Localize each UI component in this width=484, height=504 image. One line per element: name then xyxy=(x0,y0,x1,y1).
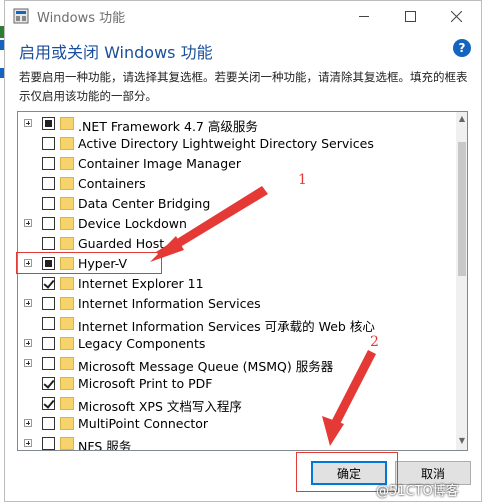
feature-checkbox[interactable] xyxy=(42,197,55,210)
feature-label: Data Center Bridging xyxy=(78,196,211,211)
feature-label: Guarded Host xyxy=(78,236,165,251)
scrollbar-thumb[interactable] xyxy=(458,142,466,276)
annotation-number-2: 2 xyxy=(370,334,379,350)
feature-checkbox[interactable] xyxy=(42,297,55,310)
window-title: Windows 功能 xyxy=(37,11,126,26)
folder-icon xyxy=(60,137,74,150)
folder-icon xyxy=(60,417,74,430)
vertical-scrollbar[interactable]: ▲ ▼ xyxy=(456,112,467,450)
folder-icon xyxy=(60,437,74,450)
folder-icon xyxy=(60,397,74,410)
feature-checkbox[interactable] xyxy=(42,417,55,430)
features-tree[interactable]: ▲ ▼ .NET Framework 4.7 高级服务 Active Direct… xyxy=(17,111,468,451)
feature-checkbox[interactable] xyxy=(42,437,55,450)
dialog-description: 若要启用一种功能，请选择其复选框。若要关闭一种功能，请清除其复选框。填充的框表示… xyxy=(19,70,468,103)
expand-plus-icon[interactable] xyxy=(24,439,32,447)
folder-icon xyxy=(60,297,74,310)
close-icon xyxy=(450,10,462,22)
folder-icon xyxy=(60,237,74,250)
expand-plus-icon[interactable] xyxy=(24,359,32,367)
feature-row[interactable]: Containers xyxy=(18,174,452,194)
feature-row[interactable]: Microsoft Message Queue (MSMQ) 服务器 xyxy=(18,354,452,374)
feature-row[interactable]: Internet Information Services xyxy=(18,294,452,314)
maximize-icon xyxy=(404,10,416,22)
windows-features-app-icon xyxy=(13,8,29,24)
feature-label: Microsoft Message Queue (MSMQ) 服务器 xyxy=(78,359,334,374)
feature-label: Internet Information Services xyxy=(78,296,261,311)
close-button[interactable] xyxy=(433,1,479,31)
feature-row[interactable]: Active Directory Lightweight Directory S… xyxy=(18,134,452,154)
annotation-box-hyper-v xyxy=(16,252,162,274)
feature-row[interactable]: Microsoft XPS 文档写入程序 xyxy=(18,394,452,414)
feature-row[interactable]: Legacy Components xyxy=(18,334,452,354)
folder-icon xyxy=(60,157,74,170)
folder-icon xyxy=(60,317,74,330)
feature-label: Internet Explorer 11 xyxy=(78,276,204,291)
folder-icon xyxy=(60,217,74,230)
windows-features-dialog: Windows 功能 启用或关闭 Windows 功能 ? 若要启用一种功能，请… xyxy=(4,0,482,502)
feature-row[interactable]: .NET Framework 4.7 高级服务 xyxy=(18,114,452,134)
expand-plus-icon[interactable] xyxy=(24,119,32,127)
feature-checkbox[interactable] xyxy=(42,317,55,330)
feature-checkbox[interactable] xyxy=(42,277,55,290)
feature-row[interactable]: Guarded Host xyxy=(18,234,452,254)
feature-label: Microsoft Print to PDF xyxy=(78,376,213,391)
expand-plus-icon[interactable] xyxy=(24,299,32,307)
feature-row[interactable]: Data Center Bridging xyxy=(18,194,452,214)
scroll-down-icon[interactable]: ▼ xyxy=(456,434,467,448)
feature-checkbox[interactable] xyxy=(42,217,55,230)
feature-row[interactable]: Microsoft Print to PDF xyxy=(18,374,452,394)
feature-label: Internet Information Services 可承载的 Web 核… xyxy=(78,319,375,334)
feature-label: Legacy Components xyxy=(78,336,206,351)
expand-plus-icon[interactable] xyxy=(24,419,32,427)
feature-checkbox[interactable] xyxy=(42,357,55,370)
feature-checkbox[interactable] xyxy=(42,137,55,150)
feature-label: Microsoft XPS 文档写入程序 xyxy=(78,399,242,414)
feature-row[interactable]: Internet Explorer 11 xyxy=(18,274,452,294)
expand-plus-icon[interactable] xyxy=(24,219,32,227)
title-bar: Windows 功能 xyxy=(5,1,481,31)
feature-row[interactable]: Container Image Manager xyxy=(18,154,452,174)
folder-icon xyxy=(60,197,74,210)
folder-icon xyxy=(60,377,74,390)
feature-checkbox[interactable] xyxy=(42,377,55,390)
folder-icon xyxy=(60,357,74,370)
watermark: @51CTO博客 xyxy=(376,484,459,499)
feature-checkbox[interactable] xyxy=(42,157,55,170)
feature-row[interactable]: Device Lockdown xyxy=(18,214,452,234)
feature-row[interactable]: Internet Information Services 可承载的 Web 核… xyxy=(18,314,452,334)
help-icon[interactable]: ? xyxy=(453,39,471,57)
folder-icon xyxy=(60,277,74,290)
minimize-icon xyxy=(359,15,369,17)
feature-label: NFS 服务 xyxy=(78,439,132,451)
maximize-button[interactable] xyxy=(387,1,433,31)
feature-row[interactable]: MultiPoint Connector xyxy=(18,414,452,434)
feature-checkbox[interactable] xyxy=(42,237,55,250)
feature-label: MultiPoint Connector xyxy=(78,416,209,431)
minimize-button[interactable] xyxy=(341,1,387,31)
feature-checkbox[interactable] xyxy=(42,117,55,130)
folder-icon xyxy=(60,117,74,130)
feature-label: Container Image Manager xyxy=(78,156,241,171)
feature-label: Device Lockdown xyxy=(78,216,187,231)
feature-checkbox[interactable] xyxy=(42,337,55,350)
folder-icon xyxy=(60,337,74,350)
feature-checkbox[interactable] xyxy=(42,177,55,190)
feature-label: Containers xyxy=(78,176,146,191)
expand-plus-icon[interactable] xyxy=(24,339,32,347)
folder-icon xyxy=(60,177,74,190)
feature-row[interactable]: NFS 服务 xyxy=(18,434,452,451)
scroll-up-icon[interactable]: ▲ xyxy=(456,112,467,126)
feature-checkbox[interactable] xyxy=(42,397,55,410)
feature-label: .NET Framework 4.7 高级服务 xyxy=(78,119,258,134)
dialog-heading: 启用或关闭 Windows 功能 xyxy=(19,43,213,62)
annotation-number-1: 1 xyxy=(298,172,307,188)
feature-label: Active Directory Lightweight Directory S… xyxy=(78,136,374,151)
